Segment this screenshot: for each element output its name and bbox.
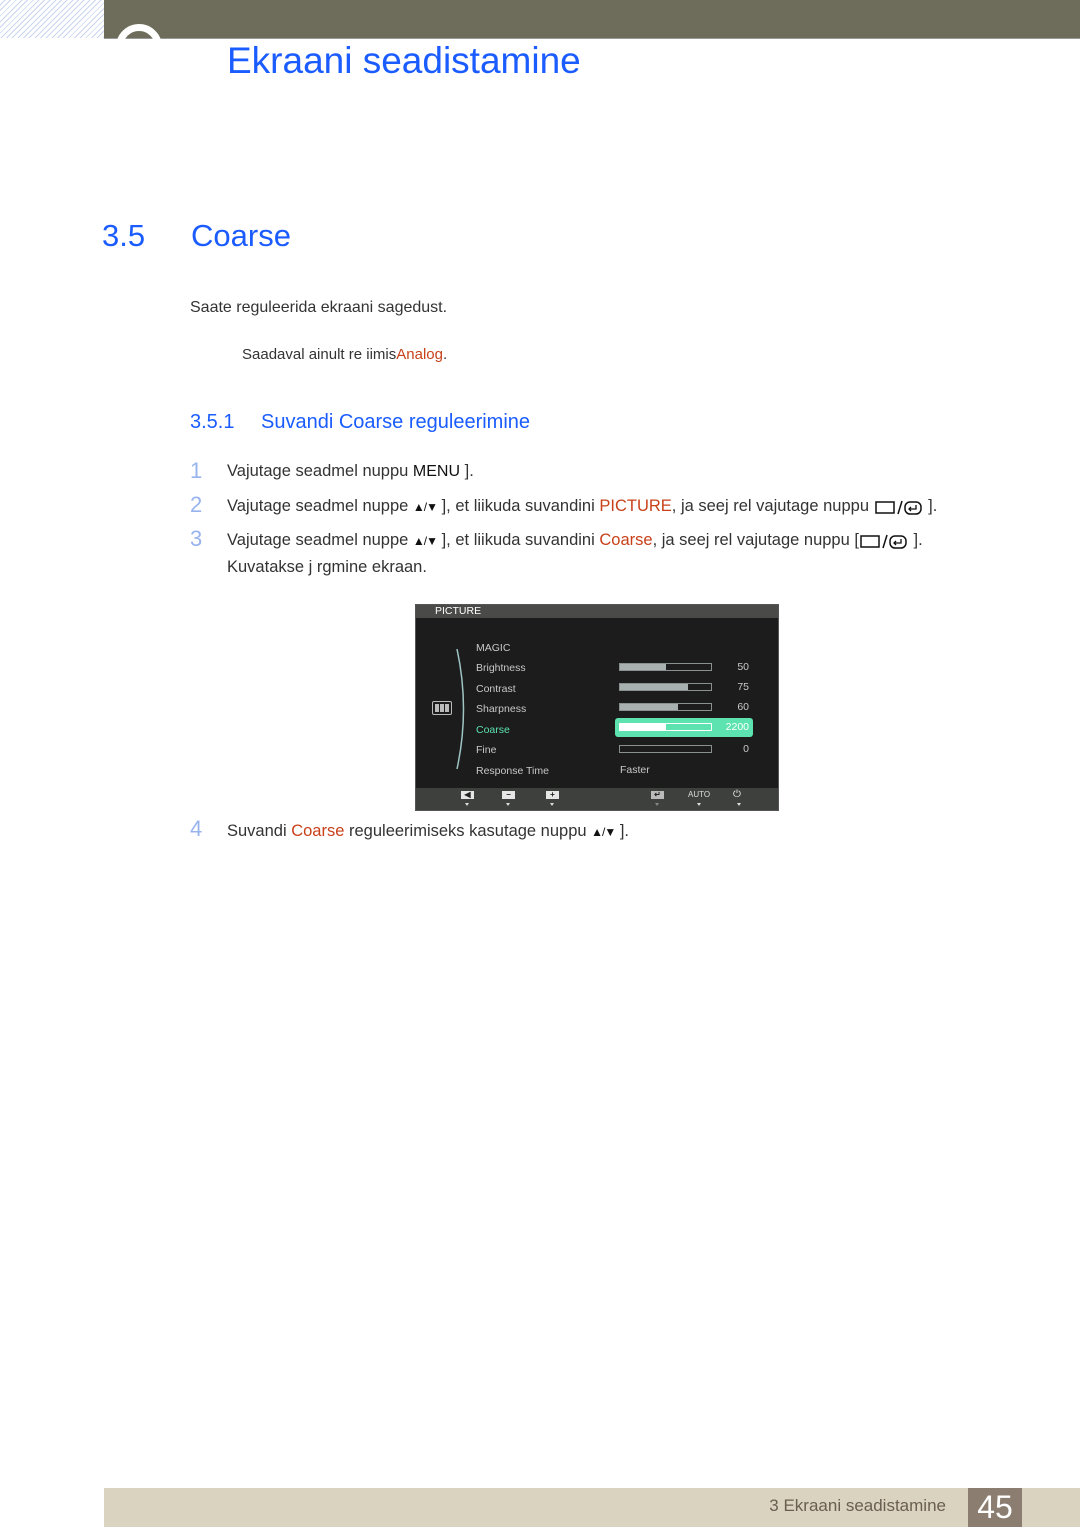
sharpness-value: 60 — [737, 701, 749, 713]
step-text-part: Vajutage seadmel nuppe — [227, 531, 413, 549]
page-number: 45 — [968, 1488, 1022, 1527]
power-icon: ⏻ — [733, 789, 741, 800]
up-down-arrows-icon: ▲/▼ — [412, 534, 438, 548]
enter-icon: ↵ — [651, 791, 664, 799]
header-bar — [104, 0, 1080, 39]
plus-icon: + — [546, 791, 559, 799]
osd-menu-screenshot: PICTURE MAGIC Brightness 50 Contrast 75 … — [415, 604, 779, 811]
step-text-line2: Kuvatakse j rgmine ekraan. — [227, 558, 427, 576]
note-highlight: Analog — [396, 346, 443, 363]
step-highlight: Coarse — [599, 531, 653, 549]
step-text-part: Suvandi — [227, 822, 292, 840]
step-number: 1 — [190, 458, 203, 483]
coarse-bar — [619, 723, 712, 731]
step-text-part: ]. — [460, 462, 474, 480]
step-text: Suvandi Coarse reguleerimiseks kasutage … — [227, 822, 629, 841]
contrast-bar — [619, 683, 712, 691]
note-suffix: . — [442, 346, 448, 363]
step-text-part: ]. — [908, 531, 923, 549]
indicator-arrow-icon — [465, 803, 469, 806]
coarse-value: 2200 — [725, 721, 749, 733]
osd-item-fine: Fine — [476, 744, 497, 756]
brightness-value: 50 — [737, 661, 749, 673]
indicator-arrow-icon — [550, 803, 554, 806]
brightness-bar — [619, 663, 712, 671]
chapter-number-circle — [116, 24, 162, 47]
section-intro: Saate reguleerida ekraani sagedust. — [190, 299, 448, 316]
step-text-part: , ja seej rel vajutage nuppu — [671, 497, 874, 515]
step-text-part: reguleerimiseks kasutage nuppu — [344, 822, 592, 840]
osd-item-magic: MAGIC — [476, 642, 511, 654]
osd-item-sharpness: Sharpness — [476, 703, 527, 715]
response-time-value: Faster — [620, 764, 650, 776]
left-arrow-icon: ◀ — [461, 791, 474, 799]
header-hatch-pattern — [0, 0, 104, 38]
bar-fill — [620, 664, 666, 670]
chapter-title: Ekraani seadistamine — [227, 40, 581, 81]
step-text-part: Vajutage seadmel nuppe — [227, 497, 413, 515]
osd-footer: ◀ − + ↵ AUTO ⏻ — [416, 788, 778, 810]
osd-item-brightness: Brightness — [476, 662, 526, 674]
source-enter-icon — [860, 534, 907, 549]
step-number: 4 — [190, 816, 203, 841]
section-note: Saadaval ainult re iimisAnalog. — [242, 346, 447, 363]
step-text-part: ], et liikuda suvandini — [437, 531, 600, 549]
osd-arc-decoration — [456, 649, 465, 769]
up-down-arrows-icon: ▲/▼ — [591, 825, 616, 839]
note-text: Saadaval ainult re iimis — [242, 346, 397, 363]
footer-chapter-label: 3 Ekraani seadistamine — [769, 1496, 946, 1515]
osd-selected-highlight: 2200 — [615, 718, 753, 737]
fine-value: 0 — [743, 743, 749, 755]
section-number: 3.5 — [102, 218, 146, 253]
source-enter-icon — [874, 500, 922, 515]
indicator-arrow-icon — [506, 803, 510, 806]
step-text: Vajutage seadmel nuppe ▲/▼ ], et liikuda… — [227, 497, 937, 516]
osd-item-response-time: Response Time — [476, 765, 549, 777]
bar-fill — [620, 724, 666, 730]
step-number: 3 — [190, 526, 203, 551]
bar-fill — [620, 704, 679, 710]
step-text-part: Vajutage seadmel nuppu — [227, 462, 413, 480]
up-down-arrows-icon: ▲/▼ — [412, 500, 438, 514]
picture-icon — [432, 701, 452, 715]
subsection-title: Suvandi Coarse reguleerimine — [261, 411, 531, 433]
step-number: 2 — [190, 492, 203, 517]
step-highlight: Coarse — [291, 822, 345, 840]
indicator-arrow-icon — [655, 803, 659, 806]
menu-button-label: MENU — [412, 463, 461, 480]
step-text-part: , ja seej rel vajutage nuppu [ — [652, 531, 859, 549]
osd-item-contrast: Contrast — [476, 683, 516, 695]
fine-bar — [619, 745, 712, 753]
indicator-arrow-icon — [697, 803, 701, 806]
contrast-value: 75 — [737, 681, 749, 693]
step-text-part: ], et liikuda suvandini — [437, 497, 600, 515]
section-title: Coarse — [191, 218, 291, 253]
step-text: Vajutage seadmel nuppu MENU ]. — [227, 462, 474, 481]
page-footer: 3 Ekraani seadistamine — [104, 1488, 1080, 1527]
osd-item-coarse: Coarse — [476, 724, 510, 736]
step-text-part: ]. — [923, 497, 938, 515]
minus-icon: − — [502, 791, 515, 799]
step-highlight: PICTURE — [599, 497, 672, 515]
sharpness-bar — [619, 703, 712, 711]
bar-fill — [620, 684, 689, 690]
osd-header: PICTURE — [416, 605, 778, 618]
step-text: Vajutage seadmel nuppe ▲/▼ ], et liikuda… — [227, 531, 923, 550]
auto-label: AUTO — [688, 790, 711, 799]
step-text-part: ]. — [615, 822, 630, 840]
subsection-number: 3.5.1 — [190, 411, 235, 433]
indicator-arrow-icon — [737, 803, 741, 806]
